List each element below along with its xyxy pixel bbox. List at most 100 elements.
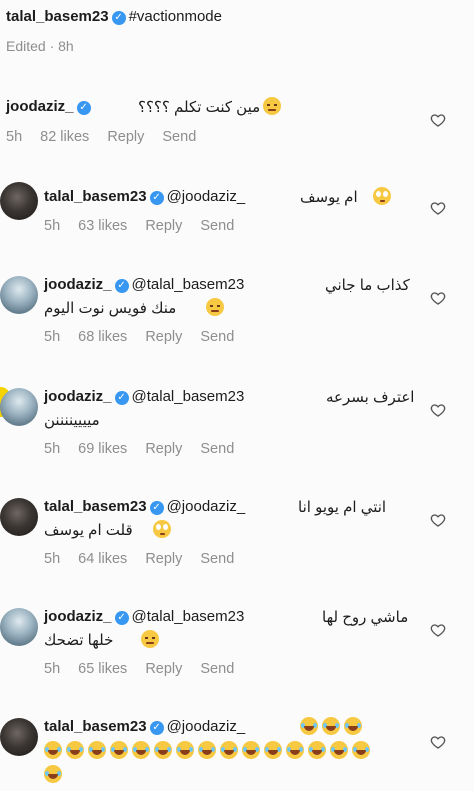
comment-text-line1: مين كنت تكلم ؟؟؟؟ [138, 98, 260, 116]
heart-outline-icon[interactable] [430, 112, 446, 128]
comment-header: joodaziz_ ✓ [6, 98, 94, 115]
post-caption: talal_basem23 ✓ #vactionmode Edited · 8h [0, 0, 474, 64]
comment-username[interactable]: talal_basem23 [44, 718, 147, 735]
comment-text: ام يوسف [300, 189, 358, 206]
unamused-face-emoji-icon [141, 630, 159, 648]
send-button[interactable]: Send [200, 329, 234, 345]
avatar[interactable] [0, 718, 38, 756]
verified-badge-icon: ✓ [149, 721, 164, 735]
comment-username[interactable]: talal_basem23 [44, 498, 147, 515]
tears-of-joy-emoji-icon [322, 717, 340, 735]
comment-text-line2: خلها تضحك [44, 632, 114, 649]
tears-of-joy-emoji-icon [198, 741, 216, 759]
comment-mention[interactable]: @joodaziz_ [167, 188, 246, 205]
heart-outline-icon[interactable] [430, 290, 446, 306]
comment-text: مين كنت تكلم ؟؟؟؟ [138, 99, 261, 116]
comment-text-line1: ام يوسف [300, 188, 358, 206]
tears-of-joy-emoji-icon [308, 741, 326, 759]
verified-badge-icon: ✓ [149, 191, 164, 205]
comment-text-line2: قلت ام يوسف [44, 522, 133, 539]
avatar[interactable] [0, 182, 38, 220]
comment-item: talal_basem23 ✓ @joodaziz_ انتي ام يويو ان… [0, 488, 474, 572]
comment-item: joodaziz_ ✓ @talal_basem23 ماشي روح لها خل… [0, 598, 474, 682]
comment-item: talal_basem23 ✓ @joodaziz_ ام يوسف 5h 63 li… [0, 180, 474, 240]
comment-header: joodaziz_ ✓ @talal_basem23 [44, 276, 244, 293]
send-button[interactable]: Send [200, 218, 234, 234]
reply-button[interactable]: Reply [145, 441, 182, 457]
heart-outline-icon[interactable] [430, 512, 446, 528]
heart-outline-icon[interactable] [430, 200, 446, 216]
verified-badge-icon: ✓ [114, 611, 129, 625]
caption-hashtag[interactable]: #vactionmode [129, 8, 222, 25]
heart-outline-icon[interactable] [430, 734, 446, 750]
heart-outline-icon[interactable] [430, 622, 446, 638]
send-button[interactable]: Send [200, 661, 234, 677]
comment-meta: 5h 68 likes Reply Send [44, 329, 252, 345]
tears-of-joy-emoji-icon [44, 741, 62, 759]
tears-of-joy-emoji-icon [176, 741, 194, 759]
emoji-row [40, 741, 370, 761]
comment-header: joodaziz_ ✓ @talal_basem23 [44, 608, 244, 625]
tears-of-joy-emoji-icon [66, 741, 84, 759]
comment-time: 5h [44, 551, 61, 567]
comment-text-line1: كذاب ما جاني [325, 277, 410, 294]
verified-badge-icon: ✓ [114, 279, 129, 293]
comment-likes[interactable]: 63 likes [78, 218, 127, 234]
reply-button[interactable]: Reply [107, 129, 144, 145]
comment-username[interactable]: joodaziz_ [44, 608, 112, 625]
comment-text-line1: ماشي روح لها [322, 609, 409, 626]
comment-header: talal_basem23 ✓ @joodaziz_ [44, 498, 245, 515]
comment-item: joodaziz_ ✓ مين كنت تكلم ؟؟؟؟ 5h 82 likes R… [0, 96, 474, 156]
avatar[interactable] [0, 388, 38, 426]
comment-mention[interactable]: @talal_basem23 [132, 388, 245, 405]
comment-likes[interactable]: 69 likes [78, 441, 127, 457]
comment-username[interactable]: joodaziz_ [44, 276, 112, 293]
emoji-row [40, 765, 62, 785]
comment-mention[interactable]: @talal_basem23 [132, 608, 245, 625]
comment-meta: 5h 69 likes Reply Send [44, 441, 252, 457]
comment-username[interactable]: joodaziz_ [6, 98, 74, 115]
tears-of-joy-emoji-icon [344, 717, 362, 735]
reply-button[interactable]: Reply [145, 329, 182, 345]
reply-button[interactable]: Reply [145, 218, 182, 234]
avatar[interactable] [0, 608, 38, 646]
rolling-eyes-emoji-icon [373, 187, 391, 205]
avatar[interactable] [0, 498, 38, 536]
tears-of-joy-emoji-icon [286, 741, 304, 759]
caption-username[interactable]: talal_basem23 [6, 8, 109, 25]
comment-time: 5h [44, 661, 61, 677]
send-button[interactable]: Send [200, 551, 234, 567]
reply-button[interactable]: Reply [145, 551, 182, 567]
edited-timestamp: Edited · 8h [6, 38, 74, 54]
comment-text-line2: منك فويس نوت اليوم [44, 300, 177, 317]
comment-meta: 5h 64 likes Reply Send [44, 551, 252, 567]
comment-likes[interactable]: 68 likes [78, 329, 127, 345]
comment-item: joodaziz_ ✓ @talal_basem23 كذاب ما جاني من… [0, 266, 474, 350]
comment-username[interactable]: talal_basem23 [44, 188, 147, 205]
avatar[interactable] [0, 276, 38, 314]
verified-badge-icon: ✓ [76, 101, 91, 115]
comment-likes[interactable]: 65 likes [78, 661, 127, 677]
comment-mention[interactable]: @joodaziz_ [167, 498, 246, 515]
verified-badge-icon: ✓ [149, 501, 164, 515]
comment-mention[interactable]: @talal_basem23 [132, 276, 245, 293]
comment-likes[interactable]: 82 likes [40, 129, 89, 145]
verified-badge-icon: ✓ [111, 11, 126, 25]
tears-of-joy-emoji-icon [300, 717, 318, 735]
comment-likes[interactable]: 64 likes [78, 551, 127, 567]
heart-outline-icon[interactable] [430, 402, 446, 418]
tears-of-joy-emoji-icon [242, 741, 260, 759]
tears-of-joy-emoji-icon [352, 741, 370, 759]
unamused-face-emoji-icon [263, 97, 281, 115]
tears-of-joy-emoji-icon [154, 741, 172, 759]
comment-item: talal_basem23 ✓ @joodaziz_ [0, 708, 474, 791]
reply-button[interactable]: Reply [145, 661, 182, 677]
send-button[interactable]: Send [162, 129, 196, 145]
comment-time: 5h [44, 329, 61, 345]
tears-of-joy-emoji-icon [132, 741, 150, 759]
comment-header: talal_basem23 ✓ @joodaziz_ [44, 188, 245, 205]
comment-mention[interactable]: @joodaziz_ [167, 718, 246, 735]
comment-header: joodaziz_ ✓ @talal_basem23 [44, 388, 244, 405]
send-button[interactable]: Send [200, 441, 234, 457]
comment-username[interactable]: joodaziz_ [44, 388, 112, 405]
